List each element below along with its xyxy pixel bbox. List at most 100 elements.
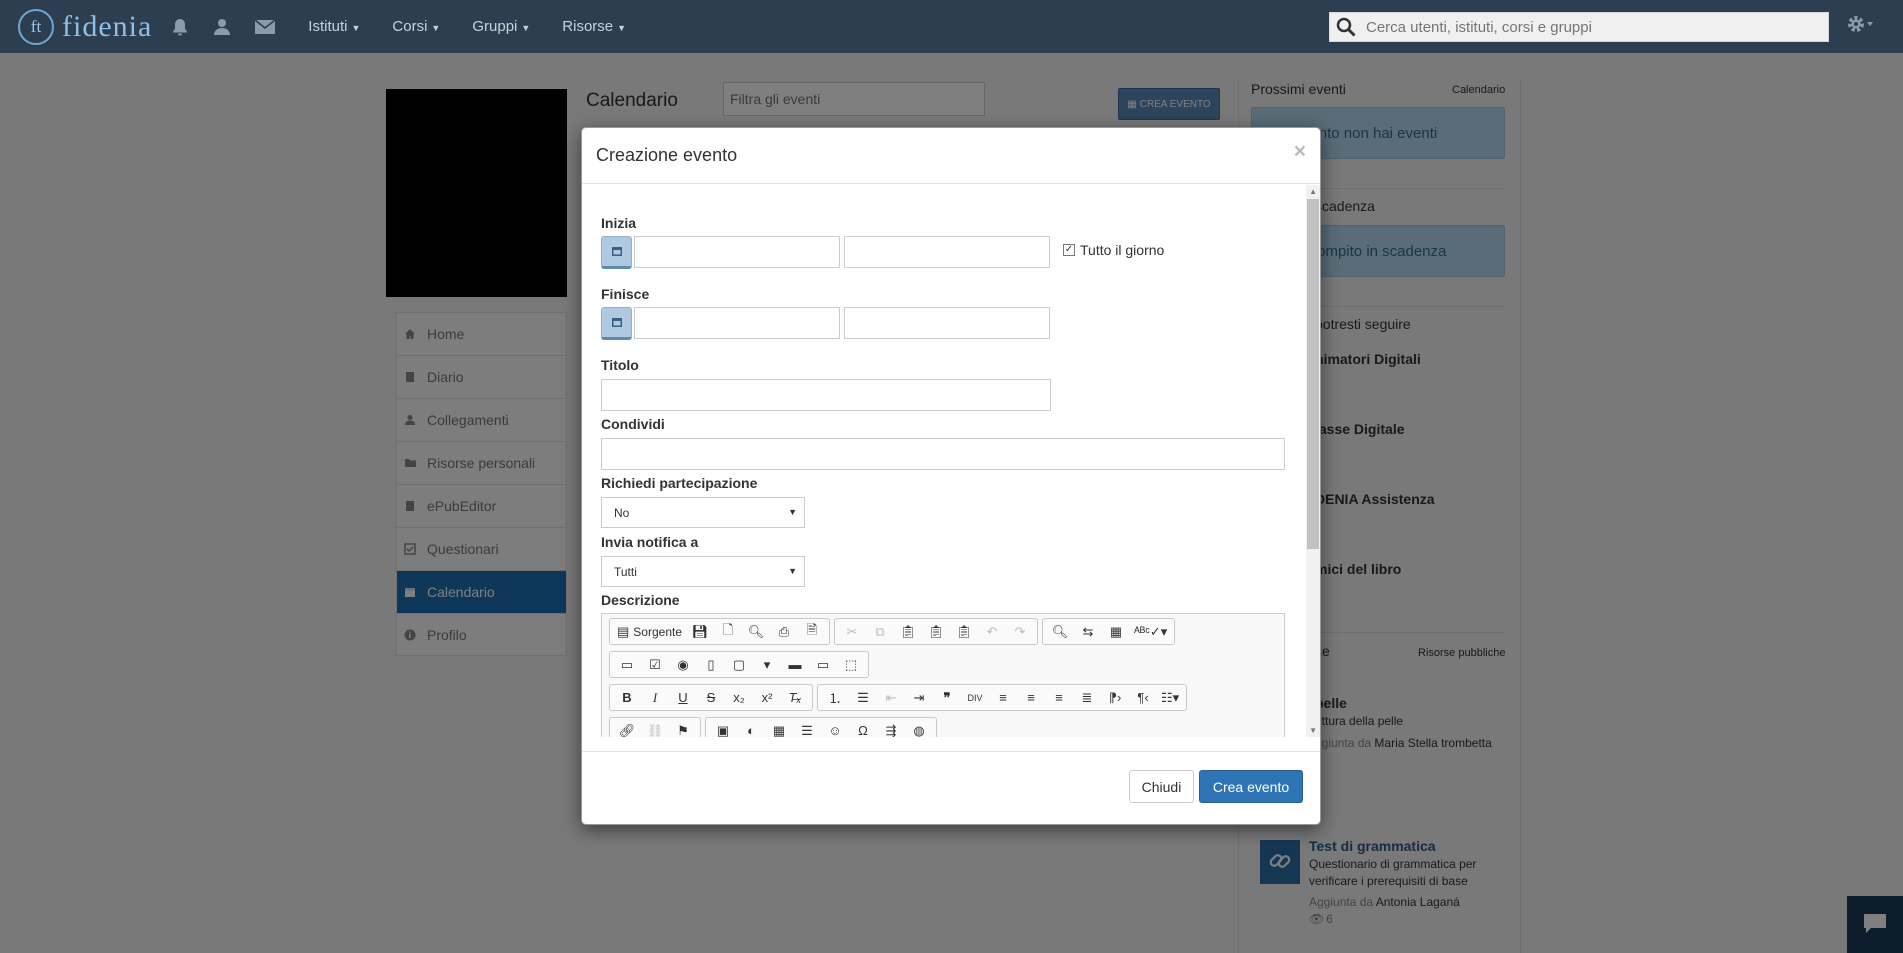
paste-text-icon[interactable]: 📋︎ (922, 619, 950, 644)
indent-icon[interactable]: ⇥ (905, 685, 933, 710)
modal-header: Creazione evento × (582, 128, 1320, 184)
end-date-picker-button[interactable] (601, 307, 632, 340)
user-icon[interactable] (212, 17, 232, 37)
event-title-input[interactable] (601, 379, 1051, 411)
search-input[interactable] (1364, 13, 1824, 41)
editor-toolbar-row: B I U S x₂ x² T̶ₓ ⒈ ☰ ⇤ ⇥ ❞ DIV ≡ ≡ ≡ ≣ … (609, 684, 1191, 711)
close-icon[interactable]: × (1294, 140, 1306, 164)
paste-icon[interactable]: 📋︎ (894, 619, 922, 644)
start-date-input[interactable] (634, 236, 840, 268)
start-date-picker-button[interactable] (601, 236, 632, 269)
new-page-icon[interactable]: 🗋 (714, 619, 742, 644)
editor-toolbar-row: 🔗︎ ⛓ ⚑ ▣ ◐ ▦ ☰ ☺ Ω ⇶ ◍ (609, 717, 941, 737)
toolbar-group: ▤ Sorgente 💾︎ 🗋 🔍︎ ⎙ 🗎 (609, 618, 830, 645)
modal-title: Creazione evento (596, 145, 738, 165)
flash-icon[interactable]: ◐ (737, 718, 765, 737)
participation-select[interactable]: No ▼ (601, 497, 805, 528)
underline-icon[interactable]: U (669, 685, 697, 710)
strikethrough-icon[interactable]: S (697, 685, 725, 710)
image-button-icon[interactable]: ▭ (809, 652, 837, 677)
bell-icon[interactable] (170, 17, 190, 37)
select-all-icon[interactable]: ▦ (1102, 619, 1130, 644)
unlink-icon[interactable]: ⛓ (641, 718, 669, 738)
outdent-icon[interactable]: ⇤ (877, 685, 905, 710)
form-icon[interactable]: ▭ (613, 652, 641, 677)
remove-format-icon[interactable]: T̶ₓ (781, 685, 809, 710)
menu-gruppi[interactable]: Gruppi ▼ (472, 18, 530, 35)
bold-icon[interactable]: B (613, 685, 641, 710)
dropdown-arrow-icon: ▼ (788, 566, 797, 576)
link-icon[interactable]: 🔗︎ (613, 718, 641, 738)
smiley-icon[interactable]: ☺ (821, 718, 849, 737)
horizontal-line-icon[interactable]: ☰ (793, 718, 821, 738)
bulleted-list-icon[interactable]: ☰ (849, 685, 877, 710)
description-label: Descrizione (601, 592, 680, 608)
subscript-icon[interactable]: x₂ (725, 685, 753, 710)
iframe-globe-icon[interactable]: ◍ (905, 718, 933, 738)
logo[interactable]: ft fidenia (18, 8, 152, 45)
menu-corsi[interactable]: Corsi ▼ (392, 18, 440, 35)
checkbox-icon[interactable]: ☑ (641, 652, 669, 677)
source-button[interactable]: ▤ Sorgente (613, 619, 686, 644)
justify-icon[interactable]: ≣ (1073, 685, 1101, 710)
create-event-submit-button[interactable]: Crea evento (1199, 770, 1303, 803)
special-char-icon[interactable]: Ω (849, 718, 877, 737)
end-label: Finisce (601, 286, 650, 302)
notify-select[interactable]: Tutti ▼ (601, 556, 805, 587)
end-time-input[interactable] (844, 307, 1050, 339)
menu-istituti[interactable]: Istituti ▼ (308, 18, 360, 35)
replace-icon[interactable]: ⇆ (1074, 619, 1102, 644)
templates-icon[interactable]: 🗎 (798, 619, 826, 644)
spellcheck-icon[interactable]: ᴬᴮᶜ✓▾ (1130, 619, 1171, 644)
toolbar-group: ▣ ◐ ▦ ☰ ☺ Ω ⇶ ◍ (705, 717, 937, 737)
source-icon: ▤ (617, 623, 630, 639)
end-date-input[interactable] (634, 307, 840, 339)
div-container-icon[interactable]: DIV (961, 685, 989, 710)
numbered-list-icon[interactable]: ⒈ (821, 685, 849, 710)
superscript-icon[interactable]: x² (753, 685, 781, 710)
modal-scrollbar[interactable]: ▲ ▼ (1306, 185, 1320, 737)
anchor-flag-icon[interactable]: ⚑ (669, 718, 697, 738)
calendar-icon (611, 244, 622, 259)
language-icon[interactable]: ☷▾ (1157, 685, 1183, 710)
menu-risorse[interactable]: Risorse ▼ (562, 18, 626, 35)
page-break-icon[interactable]: ⇶ (877, 718, 905, 738)
blockquote-icon[interactable]: ❞ (933, 685, 961, 710)
rtl-icon[interactable]: ¶‹ (1129, 685, 1157, 710)
redo-icon[interactable]: ↷ (1006, 619, 1034, 644)
gear-icon[interactable] (1845, 13, 1875, 35)
mail-icon[interactable] (254, 18, 276, 36)
copy-icon[interactable]: ⧉ (866, 619, 894, 644)
ltr-icon[interactable]: ⁋› (1101, 685, 1129, 710)
textfield-icon[interactable]: ▯ (697, 652, 725, 677)
create-event-modal: Creazione evento × Inizia ✓ Tutto il gio… (581, 127, 1321, 825)
toolbar-group: 🔍︎ ⇆ ▦ ᴬᴮᶜ✓▾ (1042, 618, 1176, 645)
close-button[interactable]: Chiudi (1129, 770, 1194, 803)
button-field-icon[interactable]: ▬ (781, 652, 809, 677)
start-label: Inizia (601, 215, 637, 231)
save-icon[interactable]: 💾︎ (686, 619, 714, 644)
scroll-up-icon[interactable]: ▲ (1309, 187, 1317, 196)
align-right-icon[interactable]: ≡ (1045, 685, 1073, 710)
scroll-thumb[interactable] (1307, 199, 1319, 549)
scroll-down-icon[interactable]: ▼ (1309, 726, 1317, 735)
find-icon[interactable]: 🔍︎ (1046, 619, 1074, 644)
textarea-icon[interactable]: ▢ (725, 652, 753, 677)
cut-icon[interactable]: ✂ (838, 619, 866, 644)
align-center-icon[interactable]: ≡ (1017, 685, 1045, 710)
italic-icon[interactable]: I (641, 685, 669, 710)
hidden-field-icon[interactable]: ⬚ (837, 652, 865, 677)
radio-icon[interactable]: ◉ (669, 652, 697, 677)
all-day-checkbox[interactable]: ✓ Tutto il giorno (1063, 242, 1164, 258)
paste-word-icon[interactable]: 📋︎ (950, 619, 978, 644)
share-input[interactable] (601, 438, 1285, 470)
undo-icon[interactable]: ↶ (978, 619, 1006, 644)
preview-icon[interactable]: 🔍︎ (742, 619, 770, 644)
select-field-icon[interactable]: ▾ (753, 652, 781, 677)
align-left-icon[interactable]: ≡ (989, 685, 1017, 710)
print-icon[interactable]: ⎙ (770, 619, 798, 644)
table-icon[interactable]: ▦ (765, 718, 793, 738)
search-icon[interactable] (1336, 17, 1356, 37)
image-icon[interactable]: ▣ (709, 718, 737, 738)
start-time-input[interactable] (844, 236, 1050, 268)
